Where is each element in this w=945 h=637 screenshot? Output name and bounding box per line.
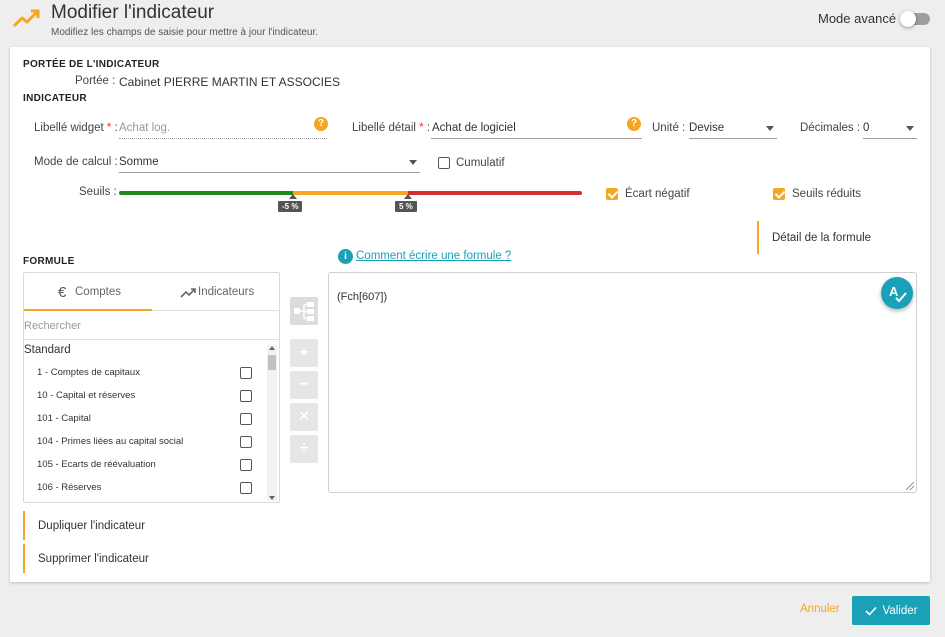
negative-gap-checkbox[interactable] — [606, 188, 618, 200]
formula-expression: (Fch[607]) — [337, 291, 388, 303]
sitemap-icon — [294, 302, 314, 321]
threshold-mid-segment — [293, 191, 408, 195]
trend-up-icon — [12, 9, 40, 28]
account-item-checkbox[interactable] — [240, 482, 252, 494]
check-icon — [864, 606, 877, 616]
account-item-label: 1 - Comptes de capitaux — [37, 367, 140, 378]
trend-icon — [180, 288, 196, 298]
chevron-down-icon — [766, 126, 774, 131]
tree-button[interactable] — [290, 297, 318, 325]
account-item-checkbox[interactable] — [240, 413, 252, 425]
euro-icon: € — [58, 284, 67, 301]
scope-label: Portée : — [75, 75, 116, 87]
scroll-down-icon[interactable] — [269, 496, 275, 500]
detail-label-help-icon[interactable]: ? — [627, 117, 641, 131]
scroll-up-icon[interactable] — [269, 346, 275, 350]
delete-indicator-button[interactable]: Supprimer l'indicateur — [23, 544, 149, 573]
svg-text:A: A — [889, 284, 899, 299]
threshold-low-value: -5 % — [278, 201, 303, 212]
reduced-thresholds-label: Seuils réduits — [792, 188, 862, 200]
chevron-down-icon — [906, 126, 914, 131]
unit-select[interactable]: Devise — [689, 118, 777, 139]
threshold-bad-segment — [408, 191, 582, 195]
info-icon: i — [338, 249, 353, 264]
multiply-operator-button[interactable]: × — [290, 403, 318, 431]
detail-label-label: Libellé détail * : — [352, 122, 431, 134]
minus-operator-button[interactable]: − — [290, 371, 318, 399]
widget-label-help-icon[interactable]: ? — [314, 117, 328, 131]
formula-editor[interactable]: (Fch[607]) — [328, 272, 917, 493]
calc-mode-label: Mode de calcul : — [34, 156, 118, 168]
account-item-checkbox[interactable] — [240, 459, 252, 471]
formula-section-title: FORMULE — [23, 256, 75, 267]
account-item-label: 101 - Capital — [37, 413, 91, 424]
threshold-high-value: 5 % — [395, 201, 417, 212]
negative-gap-label: Écart négatif — [625, 188, 690, 200]
plus-operator-button[interactable]: + — [290, 339, 318, 367]
account-item-label: 106 - Réserves — [37, 482, 102, 493]
submit-button[interactable]: Valider — [852, 596, 930, 625]
tab-comptes[interactable]: € Comptes — [24, 273, 152, 311]
accounts-search-input[interactable]: Rechercher — [24, 312, 279, 340]
page-title: Modifier l'indicateur — [51, 2, 215, 23]
account-item-label: 104 - Primes liées au capital social — [37, 436, 184, 447]
duplicate-indicator-button[interactable]: Dupliquer l'indicateur — [23, 511, 145, 540]
account-item-checkbox[interactable] — [240, 367, 252, 379]
submit-label: Valider — [882, 604, 918, 617]
accounts-panel: € Comptes Indicateurs Rechercher Standar… — [23, 272, 280, 503]
widget-label-label: Libellé widget * : — [34, 122, 118, 134]
scope-value: Cabinet PIERRE MARTIN ET ASSOCIES — [119, 75, 340, 89]
account-item-label: 105 - Ecarts de réévaluation — [37, 459, 156, 470]
calc-mode-select[interactable]: Somme — [119, 152, 420, 173]
formula-detail-button[interactable]: Détail de la formule — [757, 221, 871, 254]
spellcheck-button[interactable]: A — [881, 277, 913, 309]
decimals-label: Décimales : — [800, 122, 861, 134]
advanced-mode-label: Mode avancé — [818, 11, 897, 26]
account-item-checkbox[interactable] — [240, 390, 252, 402]
scope-section-title: PORTÉE DE L'INDICATEUR — [23, 59, 160, 70]
account-item-checkbox[interactable] — [240, 436, 252, 448]
decimals-select[interactable]: 0 — [863, 118, 917, 139]
cumulative-label: Cumulatif — [456, 157, 505, 169]
reduced-thresholds-checkbox[interactable] — [773, 188, 785, 200]
formula-help-link[interactable]: Comment écrire une formule ? — [356, 250, 511, 262]
threshold-low-handle[interactable] — [289, 194, 297, 199]
spellcheck-icon: A — [889, 284, 907, 303]
thresholds-label: Seuils : — [79, 186, 117, 198]
unit-label: Unité : — [652, 122, 686, 134]
threshold-good-segment — [119, 191, 293, 195]
accounts-group-label: Standard — [24, 344, 71, 356]
divide-operator-button[interactable]: ÷ — [290, 435, 318, 463]
widget-label-field[interactable]: Achat log. — [119, 118, 327, 139]
indicator-section-title: INDICATEUR — [23, 93, 87, 104]
threshold-high-handle[interactable] — [404, 194, 412, 199]
cumulative-checkbox[interactable] — [438, 157, 450, 169]
tab-indicateurs[interactable]: Indicateurs — [152, 273, 280, 311]
account-item-label: 10 - Capital et réserves — [37, 390, 136, 401]
scroll-thumb[interactable] — [268, 355, 276, 370]
cancel-button[interactable]: Annuler — [800, 603, 840, 615]
page-subtitle: Modifiez les champs de saisie pour mettr… — [51, 27, 319, 38]
chevron-down-icon — [409, 160, 417, 165]
detail-label-field[interactable]: Achat de logiciel — [431, 118, 642, 139]
resize-handle-icon[interactable] — [906, 482, 914, 490]
advanced-mode-toggle[interactable] — [900, 11, 930, 27]
accounts-scrollbar[interactable] — [267, 345, 277, 501]
